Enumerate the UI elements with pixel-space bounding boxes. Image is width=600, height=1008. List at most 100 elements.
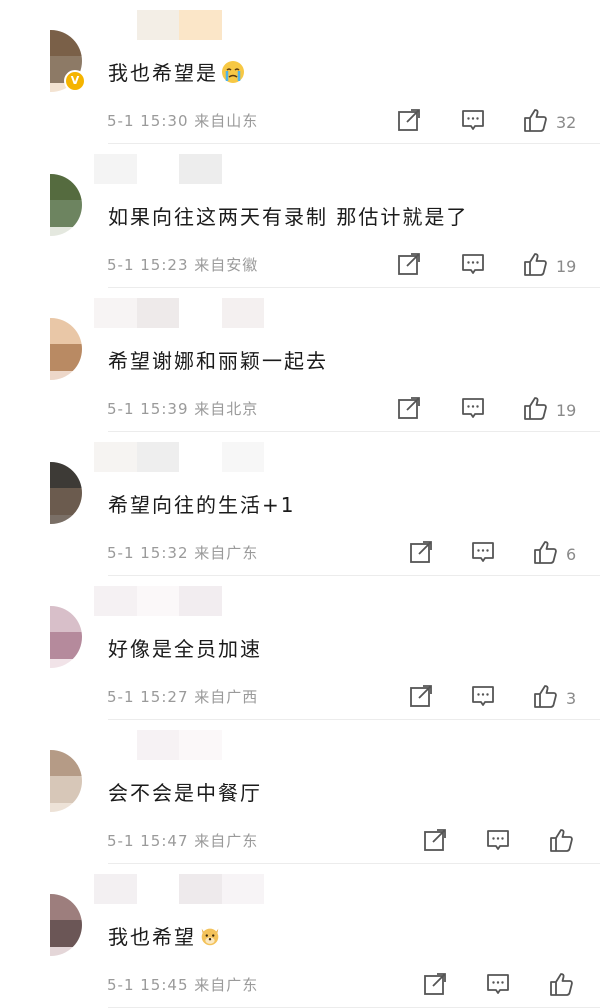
comment-item[interactable]: 希望谢娜和丽颖一起去 5-1 15:39 来自北京 19: [0, 288, 600, 432]
username-mosaic-tile: [179, 586, 222, 616]
username-mosaic-tile: [94, 10, 137, 40]
like-icon: [532, 683, 558, 713]
share-button[interactable]: [396, 252, 422, 280]
username-blurred[interactable]: [94, 586, 264, 616]
username-mosaic-tile: [221, 874, 264, 904]
username-mosaic-tile: [94, 154, 137, 184]
comment-item[interactable]: 会不会是中餐厅 5-1 15:47 来自广东: [0, 720, 600, 864]
like-button[interactable]: [548, 828, 574, 856]
username-mosaic-tile: [94, 442, 137, 472]
like-button[interactable]: 19: [522, 252, 576, 280]
avatar[interactable]: [20, 462, 82, 524]
avatar[interactable]: [20, 750, 82, 812]
reply-button[interactable]: [485, 828, 511, 856]
avatar[interactable]: [20, 174, 82, 236]
like-count: 19: [556, 400, 577, 420]
username-mosaic-tile: [136, 442, 179, 472]
username-mosaic-tile: [179, 10, 222, 40]
comment-icon: [485, 971, 511, 1001]
share-button[interactable]: [396, 108, 422, 136]
reply-button[interactable]: [460, 396, 486, 424]
share-button[interactable]: [422, 828, 448, 856]
like-button[interactable]: 3: [532, 684, 576, 712]
avatar-mosaic-tile: [50, 199, 82, 227]
username-mosaic-tile: [94, 874, 137, 904]
like-icon: [522, 251, 548, 281]
avatar-mosaic-tile: [50, 343, 82, 371]
avatar-mosaic-tile: [50, 775, 82, 803]
avatar-mosaic-tile: [50, 631, 82, 659]
avatar[interactable]: [20, 318, 82, 380]
username-mosaic-tile: [221, 10, 264, 40]
share-button[interactable]: [408, 540, 434, 568]
comment-text: 我也希望: [108, 921, 222, 953]
comment-item[interactable]: 希望向往的生活+1 5-1 15:32 来自广东 6: [0, 432, 600, 576]
reply-button[interactable]: [485, 972, 511, 1000]
comment-meta: 5-1 15:45 来自广东: [107, 976, 259, 994]
crying-face-icon: [220, 59, 246, 90]
username-mosaic-tile: [136, 298, 179, 328]
username-mosaic-tile: [179, 154, 222, 184]
comment-icon: [470, 539, 496, 569]
avatar[interactable]: [20, 606, 82, 668]
share-button[interactable]: [408, 684, 434, 712]
share-icon: [422, 971, 448, 1001]
username-mosaic-tile: [94, 586, 137, 616]
reply-button[interactable]: [470, 540, 496, 568]
username-mosaic-tile: [136, 730, 179, 760]
comment-item[interactable]: V 我也希望是 5-1 15:30 来自山东 32: [0, 0, 600, 144]
comment-list: V 我也希望是 5-1 15:30 来自山东 32 如果向往这两天有录制 那估计…: [0, 0, 600, 1008]
share-button[interactable]: [422, 972, 448, 1000]
comment-icon: [485, 827, 511, 857]
comment-meta: 5-1 15:39 来自北京: [107, 400, 259, 418]
comment-text: 希望谢娜和丽颖一起去: [108, 349, 328, 373]
comment-item[interactable]: 我也希望 5-1 15:45 来自广东: [0, 864, 600, 1008]
like-count: 19: [556, 256, 577, 276]
avatar-mosaic-tile: [50, 174, 82, 200]
comment-item[interactable]: 好像是全员加速 5-1 15:27 来自广西 3: [0, 576, 600, 720]
comment-text: 如果向往这两天有录制 那估计就是了: [108, 205, 469, 229]
like-count: 3: [566, 688, 577, 708]
reply-button[interactable]: [460, 108, 486, 136]
comment-meta: 5-1 15:32 来自广东: [107, 544, 259, 562]
username-mosaic-tile: [94, 298, 137, 328]
like-button[interactable]: 19: [522, 396, 576, 424]
comment-item[interactable]: 如果向往这两天有录制 那估计就是了 5-1 15:23 来自安徽 19: [0, 144, 600, 288]
avatar-mosaic-tile: [50, 606, 82, 632]
username-blurred[interactable]: [94, 442, 264, 472]
verified-badge-icon: V: [64, 70, 86, 92]
username-mosaic-tile: [179, 874, 222, 904]
comment-text: 我也希望是: [108, 57, 246, 90]
username-blurred[interactable]: [94, 10, 264, 40]
avatar-mosaic-tile: [50, 487, 82, 515]
like-button[interactable]: 32: [522, 108, 576, 136]
avatar-mosaic-tile: [50, 371, 82, 380]
avatar-mosaic-tile: [50, 318, 82, 344]
username-mosaic-tile: [179, 442, 222, 472]
dog-face-icon: [198, 924, 222, 953]
avatar-mosaic-tile: [50, 515, 82, 524]
username-blurred[interactable]: [94, 154, 264, 184]
avatar[interactable]: [20, 894, 82, 956]
username-mosaic-tile: [221, 442, 264, 472]
username-mosaic-tile: [136, 154, 179, 184]
like-button[interactable]: 6: [532, 540, 576, 568]
comment-icon: [460, 107, 486, 137]
avatar-mosaic-tile: [50, 894, 82, 920]
reply-button[interactable]: [470, 684, 496, 712]
username-blurred[interactable]: [94, 730, 264, 760]
username-blurred[interactable]: [94, 298, 264, 328]
like-count: 32: [556, 112, 577, 132]
username-mosaic-tile: [221, 154, 264, 184]
like-icon: [532, 539, 558, 569]
username-mosaic-tile: [179, 730, 222, 760]
share-button[interactable]: [396, 396, 422, 424]
comment-meta: 5-1 15:23 来自安徽: [107, 256, 259, 274]
like-button[interactable]: [548, 972, 574, 1000]
username-mosaic-tile: [136, 586, 179, 616]
reply-button[interactable]: [460, 252, 486, 280]
share-icon: [408, 539, 434, 569]
comment-text: 会不会是中餐厅: [108, 781, 262, 805]
username-blurred[interactable]: [94, 874, 264, 904]
share-icon: [396, 395, 422, 425]
